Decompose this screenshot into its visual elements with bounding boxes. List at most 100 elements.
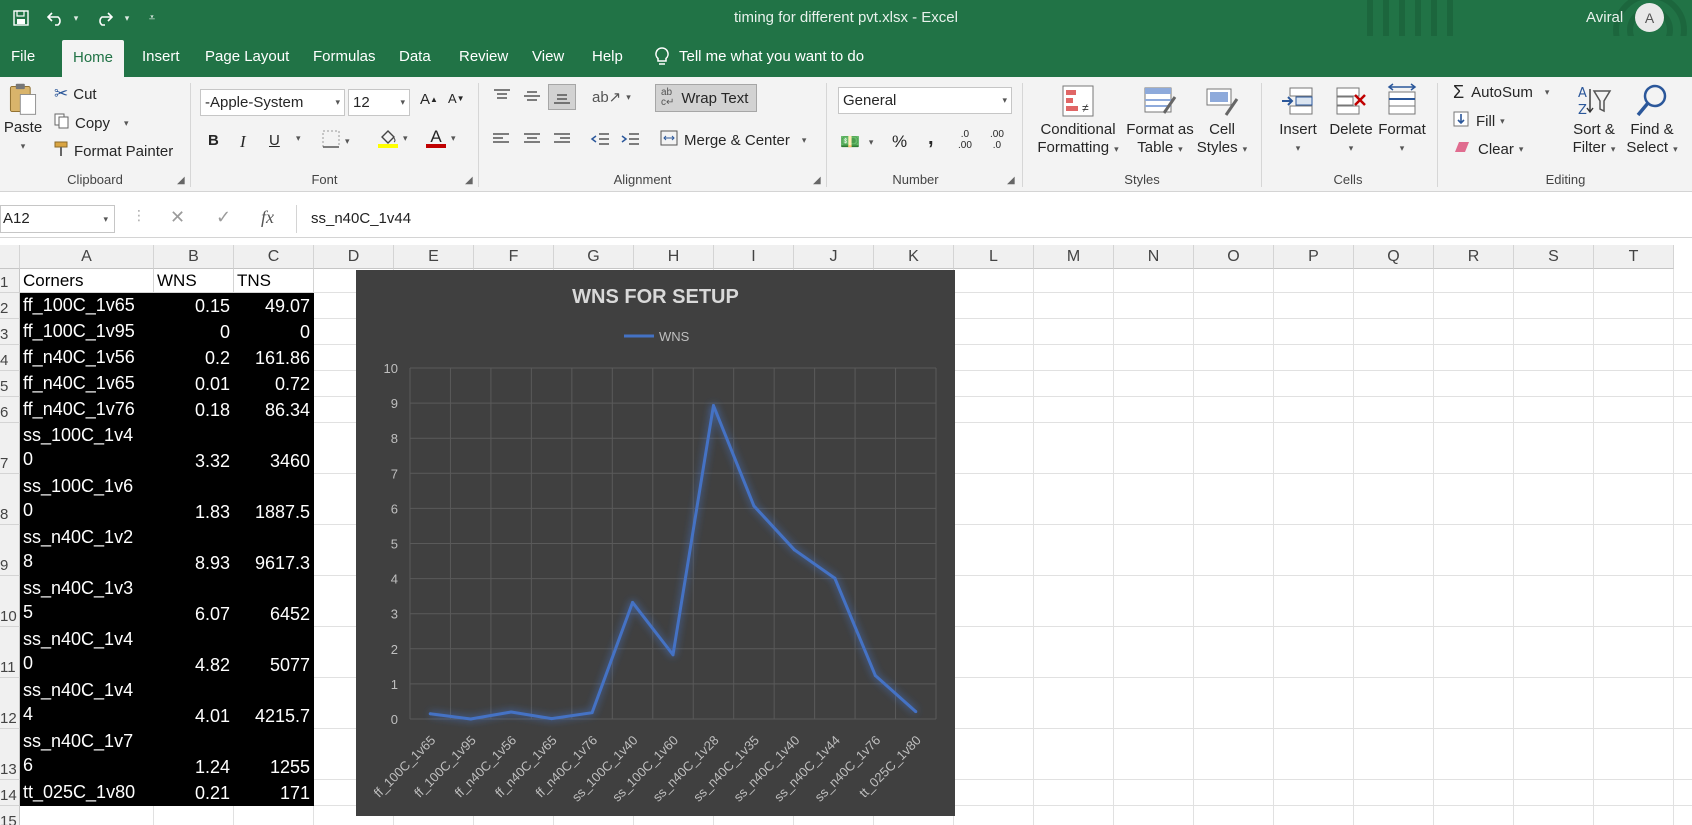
select-all-corner[interactable] [0,245,20,269]
cell-wns[interactable]: 1.24 [154,729,234,780]
row-header-7[interactable]: 7 [0,423,20,474]
format-cells-button[interactable]: Format ▾ [1377,83,1427,157]
autosum-button[interactable]: Σ AutoSum ▾ [1453,82,1549,103]
cell-corner[interactable]: ff_n40C_1v76 [20,397,154,423]
column-header-i[interactable]: I [714,245,794,269]
cell-corner[interactable]: ss_100C_1v6 0 [20,474,154,525]
cell-wns[interactable]: 0.18 [154,397,234,423]
column-header-t[interactable]: T [1594,245,1674,269]
header-cell-wns[interactable]: WNS [154,269,234,293]
wrap-text-button[interactable]: ab c↵ Wrap Text [655,84,758,112]
tab-help[interactable]: Help [581,36,634,77]
cell-wns[interactable]: 3.32 [154,423,234,474]
comma-button[interactable]: , [928,127,934,150]
column-header-b[interactable]: B [154,245,234,269]
column-header-g[interactable]: G [554,245,634,269]
cell-corner[interactable]: ff_n40C_1v56 [20,345,154,371]
tab-view[interactable]: View [521,36,575,77]
row-header-9[interactable]: 9 [0,525,20,576]
name-box[interactable]: A12 ▾ [0,205,115,233]
cell-tns[interactable]: 5077 [234,627,314,678]
cell-corner[interactable]: tt_025C_1v80 [20,780,154,806]
cell-tns[interactable]: 1255 [234,729,314,780]
cell-wns[interactable]: 0.2 [154,345,234,371]
column-header-d[interactable]: D [314,245,394,269]
insert-function-button[interactable]: fx [261,207,274,228]
delete-cells-button[interactable]: Delete ▾ [1325,83,1377,157]
font-size-combo[interactable]: 12 ▾ [348,89,410,116]
cell-tns[interactable]: 9617.3 [234,525,314,576]
row-header-2[interactable]: 2 [0,293,20,319]
row-header-11[interactable]: 11 [0,627,20,678]
cell-wns[interactable]: 4.01 [154,678,234,729]
cell-wns[interactable]: 1.83 [154,474,234,525]
font-color-button[interactable]: A ▾ [426,128,456,148]
underline-button[interactable]: U [269,132,280,149]
increase-decimal-button[interactable]: .0.00 [958,129,972,151]
decrease-decimal-button[interactable]: .00.0 [990,129,1004,151]
row-header-6[interactable]: 6 [0,397,20,423]
grow-font-button[interactable]: A ▲ [420,91,438,108]
tab-page-layout[interactable]: Page Layout [194,36,300,77]
insert-cells-button[interactable]: Insert ▾ [1273,83,1323,157]
cell-tns[interactable]: 161.86 [234,345,314,371]
tab-file[interactable]: File [0,36,46,77]
cell-wns[interactable]: 6.07 [154,576,234,627]
column-header-s[interactable]: S [1514,245,1594,269]
align-top-button[interactable] [492,88,512,104]
cell-tns[interactable]: 1887.5 [234,474,314,525]
number-launcher-icon[interactable]: ◢ [1007,175,1015,186]
find-select-button[interactable]: Find & Select ▾ [1622,83,1682,158]
column-header-e[interactable]: E [394,245,474,269]
cell-tns[interactable]: 4215.7 [234,678,314,729]
row-header-3[interactable]: 3 [0,319,20,345]
header-cell-corner[interactable]: Corners [20,269,154,293]
cell-wns[interactable]: 0.15 [154,293,234,319]
cell-tns[interactable]: 49.07 [234,293,314,319]
cell-corner[interactable]: ff_100C_1v95 [20,319,154,345]
column-header-a[interactable]: A [20,245,154,269]
cell-tns[interactable]: 0.72 [234,371,314,397]
tab-insert[interactable]: Insert [131,36,191,77]
cell-tns[interactable]: 6452 [234,576,314,627]
fill-color-button[interactable]: ▾ [378,129,408,148]
column-header-r[interactable]: R [1434,245,1514,269]
user-name[interactable]: Aviral [1586,9,1623,26]
enter-formula-button[interactable]: ✓ [216,207,231,228]
formula-input[interactable]: ss_n40C_1v44 [296,205,1692,233]
row-header-10[interactable]: 10 [0,576,20,627]
sort-filter-button[interactable]: AZ Sort & Filter ▾ [1566,83,1622,158]
column-header-o[interactable]: O [1194,245,1274,269]
orientation-button[interactable]: ab↗ ▾ [592,88,631,106]
align-bottom-button[interactable] [548,84,576,110]
cell-corner[interactable]: ss_n40C_1v4 4 [20,678,154,729]
column-header-h[interactable]: H [634,245,714,269]
decrease-indent-button[interactable] [590,131,610,147]
format-painter-button[interactable]: Format Painter [54,141,173,161]
cell-wns[interactable]: 8.93 [154,525,234,576]
italic-button[interactable]: I [240,132,246,152]
avatar[interactable]: A [1635,3,1664,32]
shrink-font-button[interactable]: A ▼ [448,91,465,106]
column-header-q[interactable]: Q [1354,245,1434,269]
cell-wns[interactable]: 4.82 [154,627,234,678]
column-header-m[interactable]: M [1034,245,1114,269]
clipboard-launcher-icon[interactable]: ◢ [177,175,185,186]
cell-corner[interactable]: ss_n40C_1v3 5 [20,576,154,627]
tab-formulas[interactable]: Formulas [302,36,387,77]
row-header-1[interactable]: 1 [0,269,20,293]
paste-button[interactable]: Paste ▾ [4,81,42,155]
row-header-5[interactable]: 5 [0,371,20,397]
fill-button[interactable]: Fill ▾ [1453,111,1505,131]
conditional-formatting-button[interactable]: ≠ Conditional Formatting ▾ [1033,83,1123,158]
cell-tns[interactable]: 171 [234,780,314,806]
row-header-14[interactable]: 14 [0,780,20,806]
percent-button[interactable]: % [892,132,907,152]
cell-wns[interactable]: 0 [154,319,234,345]
tab-data[interactable]: Data [388,36,442,77]
cut-button[interactable]: ✂ Cut [54,84,97,104]
clear-button[interactable]: Clear ▾ [1453,140,1523,158]
tell-me-search[interactable]: Tell me what you want to do [655,36,864,77]
number-format-combo[interactable]: General ▾ [838,87,1012,114]
column-header-j[interactable]: J [794,245,874,269]
